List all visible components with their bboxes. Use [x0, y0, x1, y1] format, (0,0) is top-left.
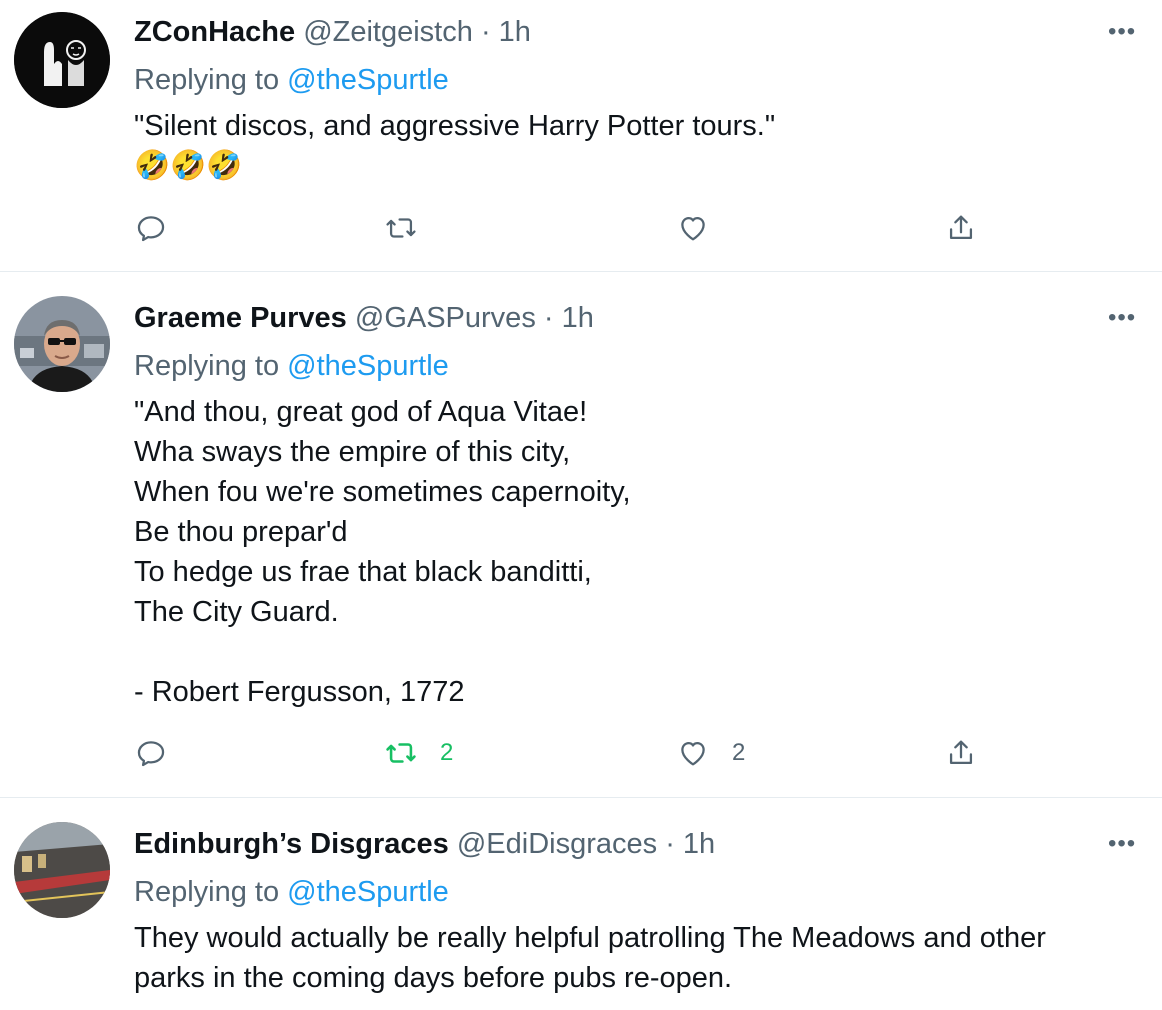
display-name[interactable]: ZConHache	[134, 16, 295, 48]
retweet-count: 2	[440, 739, 454, 766]
tweet-text: They would actually be really helpful pa…	[134, 918, 1124, 998]
tweet-header: Edinburgh’s Disgraces @EdiDisgraces · 1h	[134, 826, 715, 862]
tweet-header: ZConHache @Zeitgeistch · 1h	[134, 14, 531, 50]
mention-link[interactable]: @theSpurtle	[287, 350, 449, 382]
tweet-text: "And thou, great god of Aqua Vitae! Wha …	[134, 392, 1124, 712]
tweet-text-line	[134, 632, 1124, 672]
more-icon[interactable]: •••	[1108, 20, 1140, 44]
reply-icon	[137, 216, 165, 242]
retweet-icon	[386, 218, 416, 238]
separator-dot: ·	[543, 302, 554, 334]
reply-icon	[137, 741, 165, 767]
tweet-text-line: When fou we're sometimes capernoity,	[134, 476, 631, 508]
reply-button[interactable]	[134, 733, 168, 773]
like-button[interactable]	[676, 208, 710, 248]
user-handle[interactable]: @EdiDisgraces	[457, 828, 657, 860]
timestamp[interactable]: 1h	[499, 16, 531, 48]
emoji-line: 🤣🤣🤣	[134, 150, 243, 182]
action-bar	[134, 208, 994, 248]
retweet-icon	[386, 743, 416, 763]
avatar[interactable]	[14, 296, 110, 392]
separator-dot: ·	[665, 828, 675, 860]
avatar[interactable]	[14, 12, 110, 108]
replying-to: Replying to @theSpurtle	[134, 348, 449, 384]
more-icon[interactable]: •••	[1108, 306, 1140, 330]
share-icon	[949, 740, 973, 765]
tweet-text-line: The City Guard.	[134, 596, 339, 628]
replying-prefix: Replying to	[134, 876, 280, 908]
timestamp[interactable]: 1h	[683, 828, 715, 860]
avatar[interactable]	[14, 822, 110, 918]
like-icon	[681, 741, 705, 766]
tweet-header: Graeme Purves @GASPurves · 1h	[134, 300, 594, 336]
timestamp[interactable]: 1h	[562, 302, 594, 334]
separator-dot: ·	[480, 16, 491, 48]
retweet-button[interactable]: 2	[384, 733, 453, 773]
tweet[interactable]: Graeme Purves @GASPurves · 1h ••• Replyi…	[0, 272, 1162, 797]
tweet-text-line: parks in the coming days before pubs re-…	[134, 962, 733, 994]
more-icon[interactable]: •••	[1108, 832, 1140, 856]
user-handle[interactable]: @Zeitgeistch	[303, 16, 473, 48]
tweet-text-line: - Robert Fergusson, 1772	[134, 676, 465, 708]
tweet-text-line: Wha sways the empire of this city,	[134, 436, 571, 468]
tweet-text-line: "And thou, great god of Aqua Vitae!	[134, 396, 588, 428]
display-name[interactable]: Graeme Purves	[134, 302, 347, 334]
display-name[interactable]: Edinburgh’s Disgraces	[134, 828, 449, 860]
retweet-button[interactable]	[384, 208, 418, 248]
tweet[interactable]: Edinburgh’s Disgraces @EdiDisgraces · 1h…	[0, 798, 1162, 1010]
replying-to: Replying to @theSpurtle	[134, 62, 449, 98]
replying-prefix: Replying to	[134, 64, 280, 96]
action-bar: 2 2	[134, 733, 994, 773]
tweet[interactable]: ZConHache @Zeitgeistch · 1h ••• Replying…	[0, 0, 1162, 270]
like-button[interactable]: 2	[676, 733, 745, 773]
mention-link[interactable]: @theSpurtle	[287, 64, 449, 96]
share-icon	[949, 215, 973, 240]
like-count: 2	[732, 739, 746, 766]
share-button[interactable]	[944, 208, 978, 248]
user-handle[interactable]: @GASPurves	[355, 302, 536, 334]
replying-prefix: Replying to	[134, 350, 280, 382]
tweet-text: "Silent discos, and aggressive Harry Pot…	[134, 106, 1124, 186]
share-button[interactable]	[944, 733, 978, 773]
reply-button[interactable]	[134, 208, 168, 248]
like-icon	[681, 216, 705, 241]
replying-to: Replying to @theSpurtle	[134, 874, 449, 910]
tweet-text-line: To hedge us frae that black banditti,	[134, 556, 592, 588]
mention-link[interactable]: @theSpurtle	[287, 876, 449, 908]
tweet-text-line: "Silent discos, and aggressive Harry Pot…	[134, 110, 776, 142]
tweet-text-line: They would actually be really helpful pa…	[134, 922, 1046, 954]
tweet-text-line: Be thou prepar'd	[134, 516, 348, 548]
